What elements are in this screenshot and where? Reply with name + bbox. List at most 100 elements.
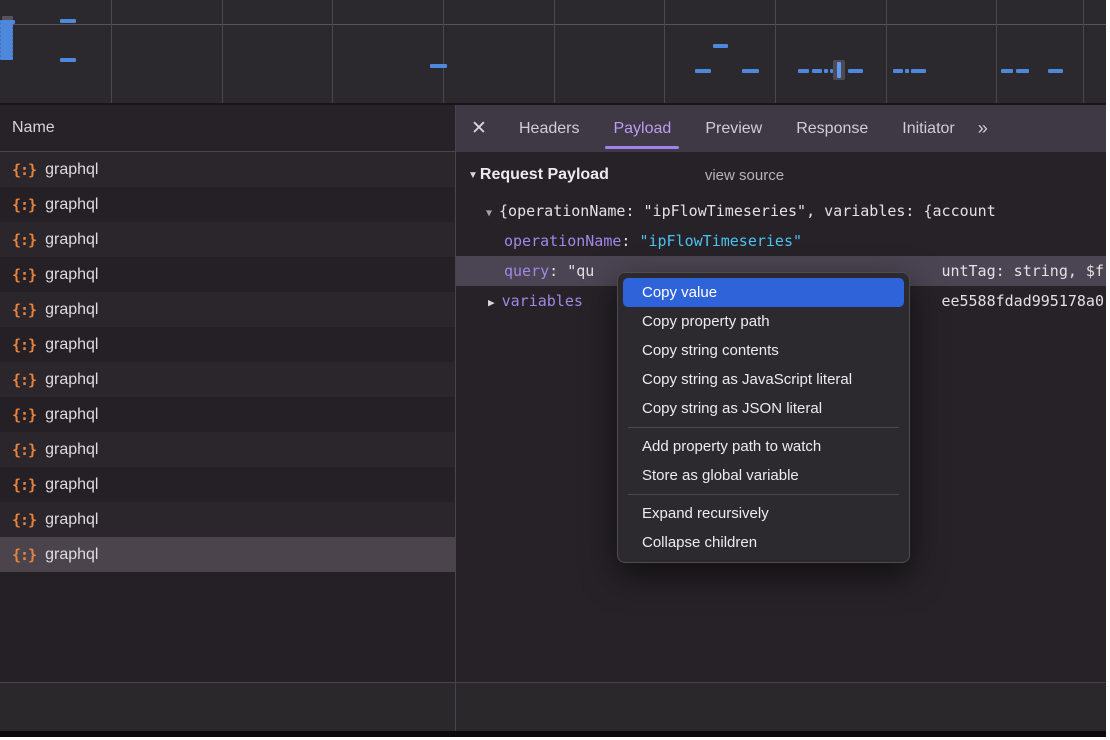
request-timing-bar[interactable] — [798, 69, 809, 73]
network-overview-timeline[interactable] — [0, 0, 1106, 105]
request-timing-bar[interactable] — [60, 19, 76, 23]
devtools-network-panel: Name {:} graphql {:} graphql {:} graphql {:} gr… — [0, 0, 1106, 737]
request-timing-bar[interactable] — [848, 69, 863, 73]
json-request-icon: {:} — [12, 231, 36, 249]
request-payload-title: Request Payload — [480, 166, 609, 184]
json-request-icon: {:} — [12, 546, 36, 564]
request-row[interactable]: {:} graphql — [0, 502, 455, 537]
request-name-label: graphql — [45, 406, 98, 424]
request-timing-bar[interactable] — [60, 58, 76, 62]
menu-item-copy-value[interactable]: Copy value — [623, 278, 904, 307]
collapse-triangle-icon[interactable]: ▼ — [468, 170, 478, 181]
request-name-label: graphql — [45, 336, 98, 354]
payload-root-row[interactable]: ▼{operationName: "ipFlowTimeseries", var… — [456, 196, 1106, 226]
request-name-label: graphql — [45, 231, 98, 249]
overview-gridline — [332, 0, 333, 103]
request-row[interactable]: {:} graphql — [0, 257, 455, 292]
request-row[interactable]: {:} graphql — [0, 432, 455, 467]
tab-response[interactable]: Response — [790, 105, 874, 152]
request-timing-bar[interactable] — [824, 69, 828, 73]
request-row[interactable]: {:} graphql — [0, 292, 455, 327]
menu-item-copy-string-contents[interactable]: Copy string contents — [618, 336, 909, 365]
json-request-icon: {:} — [12, 406, 36, 424]
query-value-fragment: untTag: string, $f — [941, 256, 1104, 286]
request-row[interactable]: {:}graphql — [0, 362, 455, 397]
request-timing-bar[interactable] — [713, 44, 728, 48]
menu-separator — [628, 494, 899, 495]
request-row[interactable]: {:} graphql — [0, 222, 455, 257]
request-row[interactable]: {:} graphql — [0, 152, 455, 187]
overview-gridline — [996, 0, 997, 103]
detail-tab-bar: ✕ Headers Payload Preview Response Initiator… — [456, 105, 1106, 152]
network-summary-bar — [0, 682, 1106, 732]
payload-operationname-row[interactable]: operationName: "ipFlowTimeseries" — [456, 226, 1106, 256]
overview-horizontal-gridline — [0, 24, 1106, 25]
request-name-label: graphql — [45, 301, 98, 319]
menu-separator — [628, 427, 899, 428]
name-column-header[interactable]: Name — [0, 105, 455, 152]
overview-gridline — [554, 0, 555, 103]
request-timing-bar[interactable] — [911, 69, 926, 73]
json-request-icon: {:} — [12, 371, 36, 389]
json-request-icon: {:} — [12, 511, 36, 529]
overview-selected-request-marker[interactable] — [833, 60, 845, 80]
menu-item-collapse-children[interactable]: Collapse children — [618, 528, 909, 557]
overview-gridline — [111, 0, 112, 103]
tab-headers[interactable]: Headers — [513, 105, 585, 152]
json-request-icon: {:} — [12, 301, 36, 319]
request-timing-bar[interactable] — [1048, 69, 1063, 73]
expand-triangle-icon[interactable]: ▶ — [488, 296, 495, 309]
overview-gridline — [222, 0, 223, 103]
request-row[interactable]: {:} graphql — [0, 397, 455, 432]
menu-item-copy-string-as-json-literal[interactable]: Copy string as JSON literal — [618, 394, 909, 423]
request-name-label: graphql — [45, 441, 98, 459]
menu-item-expand-recursively[interactable]: Expand recursively — [618, 499, 909, 528]
window-bottom-edge — [0, 731, 1106, 737]
request-timing-bar[interactable] — [905, 69, 909, 73]
request-row[interactable]: {:} graphql — [0, 467, 455, 502]
request-row[interactable]: {:} graphql — [0, 327, 455, 362]
json-request-icon: {:} — [12, 196, 36, 214]
json-request-icon: {:} — [12, 441, 36, 459]
menu-item-copy-property-path[interactable]: Copy property path — [618, 307, 909, 336]
close-icon[interactable]: ✕ — [456, 117, 502, 140]
request-name-label: graphql — [45, 476, 98, 494]
request-timing-bar[interactable] — [430, 64, 447, 68]
menu-item-store-as-global-variable[interactable]: Store as global variable — [618, 461, 909, 490]
pane-split-divider[interactable] — [455, 105, 456, 731]
overview-selected-request-tick — [837, 62, 841, 78]
request-row[interactable]: {:} graphql — [0, 187, 455, 222]
variables-value-fragment: ee5588fdad995178a0 — [941, 286, 1104, 316]
request-timing-bar[interactable] — [0, 56, 13, 60]
overview-gridline — [886, 0, 887, 103]
request-timing-bar[interactable] — [893, 69, 903, 73]
request-name-label: graphql — [45, 546, 98, 564]
view-source-link[interactable]: view source — [705, 167, 784, 184]
request-timing-bar[interactable] — [1016, 69, 1029, 73]
menu-item-copy-string-as-javascript-literal[interactable]: Copy string as JavaScript literal — [618, 365, 909, 394]
request-name-label: graphql — [45, 161, 98, 179]
request-timing-bar[interactable] — [812, 69, 822, 73]
request-timing-bar[interactable] — [695, 69, 711, 73]
request-timing-bar[interactable] — [1001, 69, 1013, 73]
json-request-icon: {:} — [12, 476, 36, 494]
json-request-icon: {:} — [12, 336, 36, 354]
tab-initiator[interactable]: Initiator — [896, 105, 960, 152]
request-name-label: graphql — [45, 511, 98, 529]
json-request-icon: {:} — [12, 161, 36, 179]
tab-preview[interactable]: Preview — [699, 105, 768, 152]
json-request-icon: {:} — [12, 266, 36, 284]
request-name-label: graphql — [45, 266, 98, 284]
overview-gridline — [775, 0, 776, 103]
overview-gridline — [443, 0, 444, 103]
request-timing-bar[interactable] — [742, 69, 759, 73]
request-row[interactable]: {:} graphql — [0, 537, 455, 572]
request-list-pane: Name {:} graphql {:} graphql {:} graphql {:} gr… — [0, 105, 455, 682]
more-tabs-icon[interactable]: » — [978, 118, 986, 139]
request-name-label: graphql — [45, 196, 98, 214]
tab-payload[interactable]: Payload — [607, 105, 677, 152]
menu-item-add-property-path-to-watch[interactable]: Add property path to watch — [618, 432, 909, 461]
overview-gridline — [664, 0, 665, 103]
expand-triangle-icon[interactable]: ▼ — [486, 208, 492, 219]
context-menu: Copy valueCopy property pathCopy string … — [617, 272, 910, 563]
